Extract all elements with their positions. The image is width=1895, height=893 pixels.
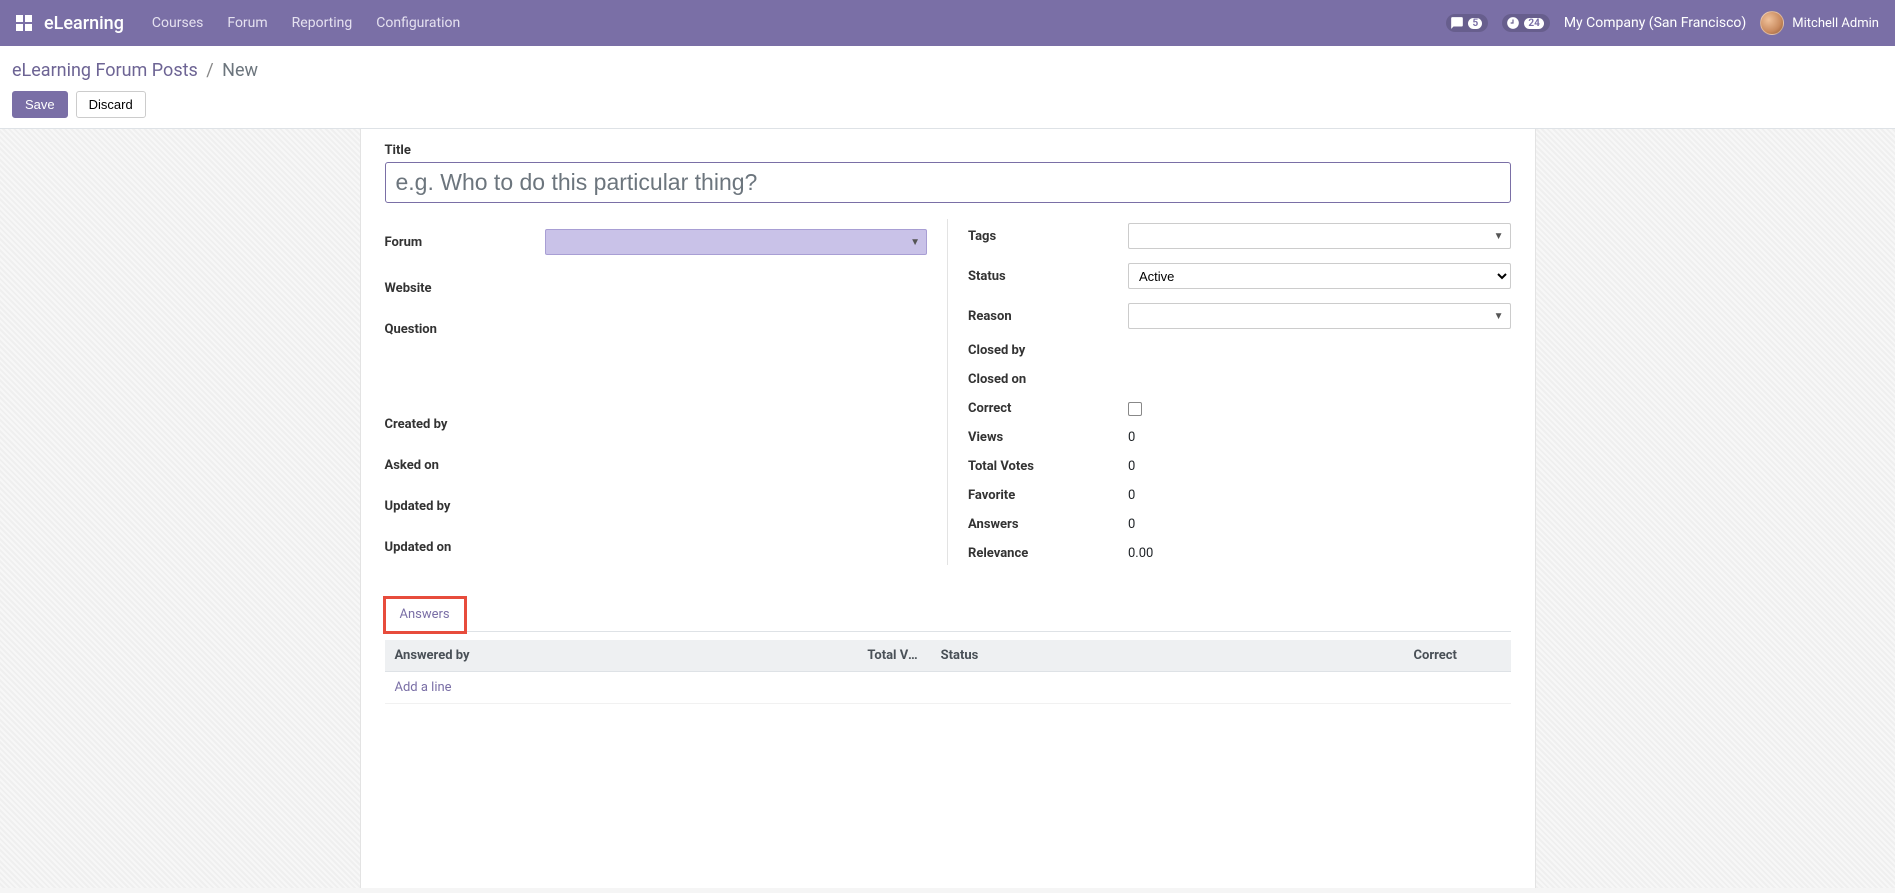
- created-by-label: Created by: [385, 417, 545, 432]
- nav-menu-configuration[interactable]: Configuration: [376, 15, 460, 31]
- website-label: Website: [385, 281, 545, 296]
- form-sheet: Title Forum ▼ Website Question Created b…: [360, 129, 1536, 888]
- sheet-background: Title Forum ▼ Website Question Created b…: [0, 129, 1895, 888]
- nav-menu-courses[interactable]: Courses: [152, 15, 203, 31]
- nav-menu-forum[interactable]: Forum: [227, 15, 267, 31]
- total-votes-label: Total Votes: [968, 459, 1128, 474]
- table-header-row: Answered by Total Vo… Status Correct: [385, 640, 1511, 672]
- control-bar: eLearning Forum Posts / New Save Discard: [0, 46, 1895, 129]
- relevance-value: 0.00: [1128, 546, 1511, 561]
- title-label: Title: [385, 143, 1511, 158]
- chevron-down-icon: ▼: [1494, 231, 1504, 242]
- favorite-label: Favorite: [968, 488, 1128, 503]
- question-label: Question: [385, 322, 545, 337]
- asked-on-label: Asked on: [385, 458, 545, 473]
- form-right-col: Tags ▼ Status Active Reason ▼ Closed by …: [948, 219, 1511, 565]
- notebook: Answers Answered by Total Vo… Status Cor…: [385, 597, 1511, 704]
- correct-label: Correct: [968, 401, 1128, 416]
- chevron-down-icon: ▼: [1494, 311, 1504, 322]
- save-button[interactable]: Save: [12, 91, 68, 118]
- closed-by-label: Closed by: [968, 343, 1128, 358]
- total-votes-value: 0: [1128, 459, 1511, 474]
- answers-label: Answers: [968, 517, 1128, 532]
- discard-button[interactable]: Discard: [76, 91, 146, 118]
- breadcrumb-root[interactable]: eLearning Forum Posts: [12, 60, 198, 81]
- nav-menu: Courses Forum Reporting Configuration: [152, 15, 460, 31]
- messages-button[interactable]: 5: [1446, 14, 1488, 32]
- breadcrumb: eLearning Forum Posts / New: [12, 60, 1883, 81]
- nav-menu-reporting[interactable]: Reporting: [292, 15, 353, 31]
- company-switcher[interactable]: My Company (San Francisco): [1564, 15, 1746, 31]
- tab-answers[interactable]: Answers: [385, 598, 465, 632]
- title-input[interactable]: [385, 162, 1511, 203]
- apps-icon[interactable]: [16, 15, 32, 31]
- form-left-col: Forum ▼ Website Question Created by Aske…: [385, 219, 949, 565]
- clock-icon: [1506, 16, 1520, 30]
- app-brand[interactable]: eLearning: [44, 13, 124, 34]
- col-correct[interactable]: Correct: [1404, 640, 1511, 672]
- avatar: [1760, 11, 1784, 35]
- breadcrumb-current: New: [222, 60, 258, 81]
- chevron-down-icon: ▼: [910, 237, 920, 248]
- messages-count: 5: [1468, 18, 1482, 29]
- col-total-votes[interactable]: Total Vo…: [857, 640, 930, 672]
- navbar: eLearning Courses Forum Reporting Config…: [0, 0, 1895, 46]
- status-label: Status: [968, 269, 1128, 284]
- add-line-link[interactable]: Add a line: [395, 680, 452, 695]
- activities-button[interactable]: 24: [1502, 14, 1549, 32]
- reason-label: Reason: [968, 309, 1128, 324]
- answers-value: 0: [1128, 517, 1511, 532]
- views-value: 0: [1128, 430, 1511, 445]
- user-menu[interactable]: Mitchell Admin: [1760, 11, 1879, 35]
- answers-table: Answered by Total Vo… Status Correct Add…: [385, 640, 1511, 704]
- col-answered-by[interactable]: Answered by: [385, 640, 858, 672]
- tags-label: Tags: [968, 229, 1128, 244]
- breadcrumb-sep: /: [206, 60, 213, 81]
- views-label: Views: [968, 430, 1128, 445]
- table-row: Add a line: [385, 672, 1511, 704]
- user-name: Mitchell Admin: [1792, 16, 1879, 31]
- tags-input[interactable]: ▼: [1128, 223, 1511, 249]
- reason-input[interactable]: ▼: [1128, 303, 1511, 329]
- chat-icon: [1450, 16, 1464, 30]
- forum-input[interactable]: ▼: [545, 229, 928, 255]
- updated-on-label: Updated on: [385, 540, 545, 555]
- closed-on-label: Closed on: [968, 372, 1128, 387]
- col-status[interactable]: Status: [931, 640, 1404, 672]
- correct-checkbox[interactable]: [1128, 402, 1142, 416]
- notebook-tabs: Answers: [385, 597, 1511, 632]
- forum-label: Forum: [385, 235, 545, 250]
- activities-count: 24: [1524, 18, 1543, 29]
- relevance-label: Relevance: [968, 546, 1128, 561]
- favorite-value: 0: [1128, 488, 1511, 503]
- status-select[interactable]: Active: [1128, 263, 1511, 289]
- updated-by-label: Updated by: [385, 499, 545, 514]
